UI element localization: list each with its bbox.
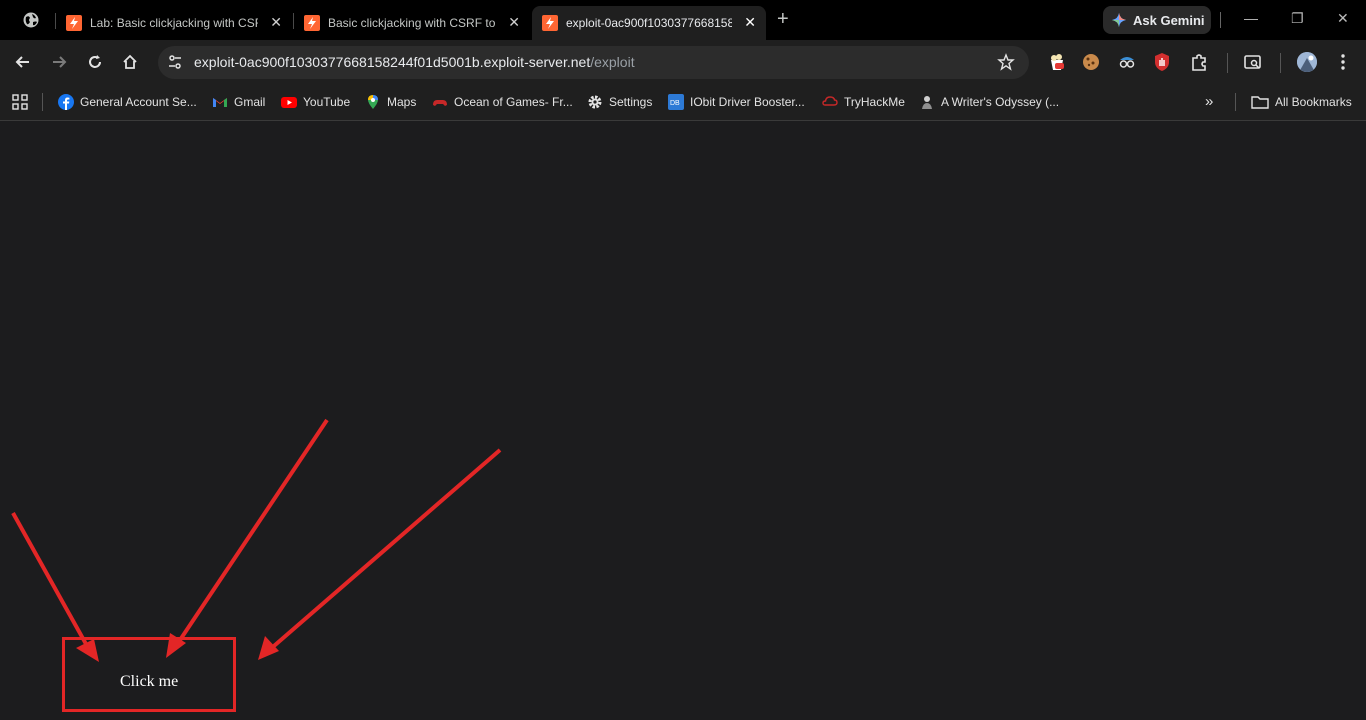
facebook-icon xyxy=(58,94,74,110)
bookmark-youtube[interactable]: YouTube xyxy=(281,92,350,112)
maps-icon xyxy=(368,95,378,109)
bookmark-general-account[interactable]: General Account Se... xyxy=(58,92,197,112)
back-icon[interactable] xyxy=(14,53,32,71)
page-content: Click me xyxy=(0,121,1366,720)
hand-stop-extension-icon[interactable] xyxy=(1152,52,1172,72)
bookmarks-bar: General Account Se... Gmail YouTube Maps… xyxy=(0,85,1366,121)
bookmark-label: A Writer's Odyssey (... xyxy=(941,95,1060,109)
apps-grid-icon[interactable] xyxy=(11,93,29,111)
tab-title: Lab: Basic clickjacking with CSRF token … xyxy=(90,16,258,30)
portswigger-icon xyxy=(66,15,82,31)
bookmark-gmail[interactable]: Gmail xyxy=(212,92,265,112)
bookmark-label: YouTube xyxy=(303,95,351,109)
portswigger-icon xyxy=(304,15,320,31)
annotation-highlight-box: Click me xyxy=(62,637,236,712)
annotation-arrow-right xyxy=(258,448,502,660)
all-bookmarks-button[interactable]: All Bookmarks xyxy=(1251,92,1352,112)
bookmark-iobit[interactable]: DB IObit Driver Booster... xyxy=(668,92,805,112)
folder-icon xyxy=(1251,96,1269,109)
tryhackme-icon xyxy=(822,96,838,106)
portswigger-icon xyxy=(542,15,558,31)
url-host: exploit-0ac900f1030377668158244f01d5001b… xyxy=(194,54,591,70)
bookmark-writers-odyssey[interactable]: A Writer's Odyssey (... xyxy=(919,92,1059,112)
new-tab-icon[interactable]: + xyxy=(777,9,789,29)
profile-avatar[interactable] xyxy=(1297,52,1317,72)
close-tab-icon[interactable]: ✕ xyxy=(270,15,282,29)
svg-text:DB: DB xyxy=(670,100,680,107)
tab-basic-clickjacking[interactable]: Basic clickjacking with CSRF token prote… xyxy=(294,6,530,40)
home-icon[interactable] xyxy=(121,53,139,71)
url-text[interactable]: exploit-0ac900f1030377668158244f01d5001b… xyxy=(194,54,635,70)
annotation-arrows xyxy=(11,418,502,662)
tab-strip: Lab: Basic clickjacking with CSRF token … xyxy=(0,0,1366,40)
spy-extension-icon[interactable] xyxy=(1117,52,1137,72)
cookie-extension-icon[interactable] xyxy=(1081,52,1101,72)
tab-title: exploit-0ac900f1030377668158244f01d5001b… xyxy=(566,16,732,30)
browser-toolbar: exploit-0ac900f1030377668158244f01d5001b… xyxy=(0,40,1366,85)
bookmark-label: TryHackMe xyxy=(844,95,905,109)
profile-picture-icon xyxy=(1297,52,1317,72)
bookmark-label: Settings xyxy=(609,95,653,109)
reload-icon[interactable] xyxy=(86,53,104,71)
bookmark-star-icon[interactable] xyxy=(997,53,1015,71)
annotation-arrow-middle xyxy=(166,418,329,658)
restore-icon[interactable]: ❐ xyxy=(1291,10,1304,27)
ask-gemini-button[interactable]: Ask Gemini xyxy=(1103,6,1211,34)
close-tab-icon[interactable]: ✕ xyxy=(744,15,756,29)
popcorn-extension-icon[interactable] xyxy=(1047,52,1067,72)
extensions-puzzle-icon[interactable] xyxy=(1189,52,1209,72)
more-menu-icon[interactable] xyxy=(1333,52,1353,72)
bookmark-label: IObit Driver Booster... xyxy=(690,95,805,109)
tab-title: Basic clickjacking with CSRF token prote… xyxy=(328,16,496,30)
tab-lab[interactable]: Lab: Basic clickjacking with CSRF token … xyxy=(56,6,292,40)
bookmark-label: Ocean of Games- Fr... xyxy=(454,95,573,109)
bookmark-ocean-of-games[interactable]: Ocean of Games- Fr... xyxy=(432,92,573,112)
forward-icon[interactable] xyxy=(50,53,68,71)
url-path: /exploit xyxy=(590,54,635,70)
youtube-icon xyxy=(281,97,297,108)
bookmark-tryhackme[interactable]: TryHackMe xyxy=(822,92,905,112)
address-bar[interactable]: exploit-0ac900f1030377668158244f01d5001b… xyxy=(158,46,1029,79)
minimize-icon[interactable]: — xyxy=(1244,10,1258,26)
bookmark-settings[interactable]: Settings xyxy=(587,92,652,112)
bookmark-label: Maps xyxy=(387,95,417,109)
ocean-of-games-icon xyxy=(433,100,447,106)
close-tab-icon[interactable]: ✕ xyxy=(508,15,520,29)
all-bookmarks-label: All Bookmarks xyxy=(1275,95,1352,109)
more-bookmarks-chevron-icon[interactable]: » xyxy=(1205,91,1213,111)
writers-odyssey-icon xyxy=(922,96,932,109)
tab-search-icon[interactable] xyxy=(1243,52,1263,72)
gemini-sparkle-icon xyxy=(1112,13,1126,27)
click-me-button[interactable]: Click me xyxy=(120,673,178,691)
site-info-icon[interactable] xyxy=(166,53,184,71)
gear-icon xyxy=(588,95,602,109)
gmail-icon xyxy=(213,98,227,107)
ask-gemini-label: Ask Gemini xyxy=(1133,12,1205,28)
bookmark-label: Gmail xyxy=(234,95,266,109)
globe-icon[interactable] xyxy=(22,11,40,29)
iobit-icon: DB xyxy=(668,94,684,110)
window-close-icon[interactable]: ✕ xyxy=(1337,10,1349,27)
bookmark-label: General Account Se... xyxy=(80,95,197,109)
bookmark-maps[interactable]: Maps xyxy=(365,92,416,112)
tab-exploit-server[interactable]: exploit-0ac900f1030377668158244f01d5001b… xyxy=(532,6,766,40)
